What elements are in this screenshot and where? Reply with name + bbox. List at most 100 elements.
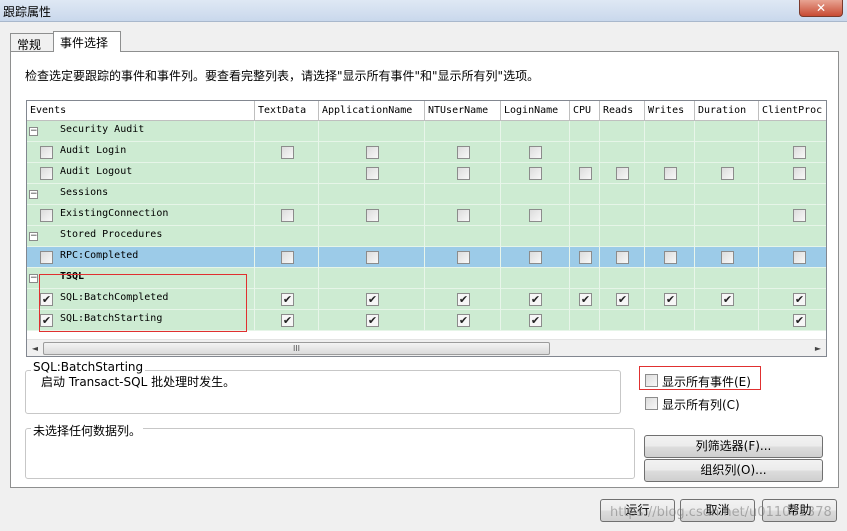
collapse-icon[interactable]: − (29, 127, 38, 136)
column-checkbox[interactable]: ✔ (793, 293, 806, 306)
tab-general[interactable]: 常规 (10, 33, 54, 52)
column-header[interactable]: Events (27, 101, 255, 121)
collapse-icon[interactable]: − (29, 274, 38, 283)
column-checkbox[interactable] (457, 209, 470, 222)
column-checkbox[interactable]: ✔ (281, 314, 294, 327)
collapse-icon[interactable]: − (29, 232, 38, 241)
column-checkbox[interactable] (366, 146, 379, 159)
event-label: ExistingConnection (60, 208, 169, 219)
tsql-highlight-box (39, 274, 247, 332)
organize-columns-button[interactable]: 组织列(O)... (644, 459, 823, 482)
column-divider (318, 226, 319, 247)
column-divider (644, 226, 645, 247)
category-row[interactable]: − Stored Procedures (27, 226, 826, 247)
column-header[interactable]: NTUserName (425, 101, 501, 121)
column-checkbox[interactable] (366, 167, 379, 180)
scroll-left-icon[interactable]: ◄ (28, 342, 42, 355)
show-all-columns-box[interactable] (645, 397, 658, 410)
column-header[interactable]: ApplicationName (319, 101, 425, 121)
column-checkbox[interactable] (281, 146, 294, 159)
column-checkbox[interactable]: ✔ (616, 293, 629, 306)
column-header[interactable]: CPU (570, 101, 600, 121)
column-checkbox[interactable] (579, 251, 592, 264)
column-divider (569, 289, 570, 310)
column-divider (500, 247, 501, 268)
event-row[interactable]: Audit Logout (27, 163, 826, 184)
column-checkbox[interactable] (793, 167, 806, 180)
column-divider (318, 310, 319, 331)
column-checkbox[interactable]: ✔ (721, 293, 734, 306)
column-checkbox[interactable] (529, 251, 542, 264)
column-checkbox[interactable] (616, 251, 629, 264)
column-header[interactable]: TextData (255, 101, 319, 121)
event-checkbox[interactable] (40, 167, 53, 180)
column-divider (424, 184, 425, 205)
column-checkbox[interactable]: ✔ (457, 314, 470, 327)
column-divider (569, 163, 570, 184)
category-row[interactable]: − Sessions (27, 184, 826, 205)
event-row[interactable]: RPC:Completed (27, 247, 826, 268)
column-divider (758, 226, 759, 247)
show-all-columns-checkbox[interactable]: 显示所有列(C) (645, 396, 750, 412)
horizontal-scrollbar[interactable]: ◄ III ► (27, 339, 826, 356)
column-checkbox[interactable] (457, 146, 470, 159)
column-divider (254, 268, 255, 289)
column-checkbox[interactable]: ✔ (793, 314, 806, 327)
column-header[interactable]: Writes (645, 101, 695, 121)
column-checkbox[interactable]: ✔ (579, 293, 592, 306)
column-checkbox[interactable] (721, 167, 734, 180)
column-checkbox[interactable] (664, 251, 677, 264)
event-checkbox[interactable] (40, 209, 53, 222)
column-checkbox[interactable]: ✔ (529, 314, 542, 327)
category-label: Security Audit (60, 124, 145, 135)
close-button[interactable]: ✕ (799, 0, 843, 17)
column-checkbox[interactable] (457, 167, 470, 180)
column-checkbox[interactable] (281, 209, 294, 222)
column-checkbox[interactable]: ✔ (281, 293, 294, 306)
column-divider (424, 226, 425, 247)
column-checkbox[interactable] (616, 167, 629, 180)
column-divider (318, 289, 319, 310)
column-checkbox[interactable]: ✔ (529, 293, 542, 306)
column-checkbox[interactable] (457, 251, 470, 264)
column-divider (644, 289, 645, 310)
column-divider (318, 184, 319, 205)
column-filter-button[interactable]: 列筛选器(F)... (644, 435, 823, 458)
event-row[interactable]: ExistingConnection (27, 205, 826, 226)
column-header[interactable]: LoginName (501, 101, 570, 121)
column-checkbox[interactable] (366, 251, 379, 264)
event-checkbox[interactable] (40, 251, 53, 264)
column-checkbox[interactable] (579, 167, 592, 180)
column-checkbox[interactable] (793, 209, 806, 222)
column-divider (254, 289, 255, 310)
collapse-icon[interactable]: − (29, 190, 38, 199)
column-header[interactable]: Reads (600, 101, 645, 121)
column-checkbox[interactable] (664, 167, 677, 180)
show-all-events-highlight (639, 366, 761, 390)
column-divider (599, 142, 600, 163)
column-checkbox[interactable] (721, 251, 734, 264)
category-row[interactable]: − Security Audit (27, 121, 826, 142)
column-divider (758, 163, 759, 184)
column-checkbox[interactable]: ✔ (366, 314, 379, 327)
column-checkbox[interactable]: ✔ (366, 293, 379, 306)
column-divider (758, 310, 759, 331)
column-checkbox[interactable]: ✔ (457, 293, 470, 306)
event-row[interactable]: Audit Login (27, 142, 826, 163)
column-divider (254, 247, 255, 268)
scroll-thumb[interactable]: III (43, 342, 550, 355)
column-checkbox[interactable] (366, 209, 379, 222)
column-checkbox[interactable]: ✔ (664, 293, 677, 306)
column-checkbox[interactable] (793, 251, 806, 264)
column-header[interactable]: ClientProc (759, 101, 826, 121)
column-checkbox[interactable] (529, 146, 542, 159)
scroll-right-icon[interactable]: ► (811, 342, 825, 355)
column-checkbox[interactable] (529, 167, 542, 180)
event-checkbox[interactable] (40, 146, 53, 159)
column-divider (569, 268, 570, 289)
column-checkbox[interactable] (793, 146, 806, 159)
column-checkbox[interactable] (281, 251, 294, 264)
tab-event-selection[interactable]: 事件选择 (53, 31, 121, 52)
column-checkbox[interactable] (529, 209, 542, 222)
column-header[interactable]: Duration (695, 101, 759, 121)
